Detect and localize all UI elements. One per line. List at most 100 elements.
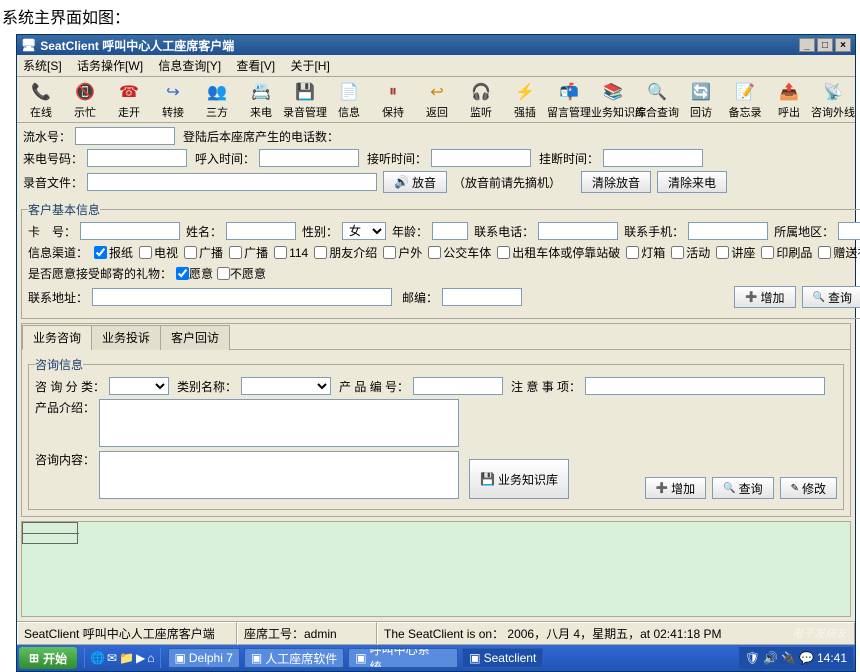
channel-checkbox-10[interactable] [671, 246, 684, 259]
task-button-0[interactable]: ▣Delphi 7 [168, 648, 240, 668]
channel-checkbox-12[interactable] [761, 246, 774, 259]
tel-input[interactable] [538, 222, 618, 240]
channel-label-8: 出租车体或停靠站破 [512, 244, 620, 261]
channel-checkbox-2[interactable] [184, 246, 197, 259]
toolbar-在线[interactable]: 📞在线 [19, 81, 63, 120]
toolbar-录音管理[interactable]: 💾录音管理 [283, 81, 327, 120]
channel-checkbox-7[interactable] [428, 246, 441, 259]
minimize-button[interactable]: _ [799, 38, 815, 52]
ql-icon[interactable]: 🌐 [90, 651, 105, 665]
consult-content-textarea[interactable] [99, 451, 459, 499]
gift-yes-checkbox[interactable] [176, 267, 189, 280]
tab-complaint[interactable]: 业务投诉 [91, 325, 161, 350]
system-tray[interactable]: 🛡 🔊 🔌 💬 14:41 [739, 647, 853, 669]
tray-icon[interactable]: 🔌 [781, 651, 796, 665]
channel-checkbox-0[interactable] [94, 246, 107, 259]
channel-checkbox-6[interactable] [383, 246, 396, 259]
toolbar-来电[interactable]: 📇来电 [239, 81, 283, 120]
gift-no-checkbox[interactable] [217, 267, 230, 280]
channel-checkbox-11[interactable] [716, 246, 729, 259]
toolbar-走开[interactable]: ☎走开 [107, 81, 151, 120]
caller-input[interactable] [87, 149, 187, 167]
name-input[interactable] [226, 222, 296, 240]
tray-icon[interactable]: 🛡 [745, 651, 760, 665]
prodintro-label: 产品介绍： [35, 399, 95, 416]
tab-revisit[interactable]: 客户回访 [160, 325, 230, 350]
notes-input[interactable] [585, 377, 825, 395]
channel-checkbox-4[interactable] [274, 246, 287, 259]
menu-system[interactable]: 系统[S] [23, 57, 62, 74]
zip-input[interactable] [442, 288, 522, 306]
channel-label-10: 活动 [686, 244, 710, 261]
ql-icon[interactable]: ⌂ [147, 651, 154, 665]
toolbar-示忙[interactable]: 📵示忙 [63, 81, 107, 120]
toolbar-返回[interactable]: ↩返回 [415, 81, 459, 120]
customer-query-button[interactable]: 🔍查询 [802, 286, 860, 308]
channel-checkbox-8[interactable] [497, 246, 510, 259]
consult-catname-select[interactable] [241, 377, 331, 395]
add-icon: ➕ [656, 483, 668, 494]
caller-label: 来电号码： [23, 150, 83, 167]
toolbar-咨询外线呼叫[interactable]: 📡咨询外线呼叫 [811, 81, 855, 120]
area-select[interactable] [838, 222, 860, 240]
toolbar-监听[interactable]: 🎧监听 [459, 81, 503, 120]
channel-checkbox-5[interactable] [314, 246, 327, 259]
data-grid[interactable] [21, 521, 851, 617]
addr-input[interactable] [92, 288, 392, 306]
prodno-input[interactable] [413, 377, 503, 395]
tab-consult[interactable]: 业务咨询 [22, 325, 92, 350]
menu-about[interactable]: 关于[H] [290, 57, 329, 74]
mobile-input[interactable] [688, 222, 768, 240]
toolbar-回访[interactable]: 🔄回访 [679, 81, 723, 120]
channel-checkbox-1[interactable] [139, 246, 152, 259]
toolbar-label: 转接 [151, 104, 195, 120]
start-button[interactable]: ⊞ 开始 [19, 647, 77, 669]
prodintro-textarea[interactable] [99, 399, 459, 447]
toolbar-业务知识库[interactable]: 📚业务知识库 [591, 81, 635, 120]
toolbar-保持[interactable]: ⏸保持 [371, 81, 415, 120]
toolbar-三方[interactable]: 👥三方 [195, 81, 239, 120]
sex-select[interactable]: 女 [342, 222, 386, 240]
channel-checkbox-9[interactable] [626, 246, 639, 259]
close-button[interactable]: × [835, 38, 851, 52]
toolbar-留言管理[interactable]: 📬留言管理 [547, 81, 591, 120]
cardno-input[interactable] [80, 222, 180, 240]
play-button[interactable]: 🔊放音 [383, 171, 447, 193]
age-input[interactable] [432, 222, 468, 240]
consult-add-button[interactable]: ➕增加 [645, 477, 706, 499]
menu-call-ops[interactable]: 话务操作[W] [77, 57, 143, 74]
tray-icon[interactable]: 🔊 [763, 651, 778, 665]
maximize-button[interactable]: □ [817, 38, 833, 52]
channel-checkbox-3[interactable] [229, 246, 242, 259]
cardno-label: 卡 号： [28, 223, 76, 240]
task-button-1[interactable]: ▣人工座席软件 [244, 648, 344, 668]
task-button-3[interactable]: ▣Seatclient [462, 648, 543, 668]
task-button-2[interactable]: ▣呼叫中心系统… [348, 648, 458, 668]
kb-button[interactable]: 💾业务知识库 [469, 459, 569, 499]
ql-icon[interactable]: 📁 [119, 651, 134, 665]
menu-view[interactable]: 查看[V] [236, 57, 275, 74]
toolbar-呼出[interactable]: 📤呼出 [767, 81, 811, 120]
consult-cat-select[interactable] [109, 377, 169, 395]
intime-input[interactable] [259, 149, 359, 167]
channel-checkbox-13[interactable] [818, 246, 831, 259]
ql-icon[interactable]: ▶ [136, 651, 145, 665]
anstime-input[interactable] [431, 149, 531, 167]
clear-play-button[interactable]: 清除放音 [581, 171, 651, 193]
toolbar-备忘录[interactable]: 📝备忘录 [723, 81, 767, 120]
toolbar-转接[interactable]: ↪转接 [151, 81, 195, 120]
toolbar-信息[interactable]: 📄信息 [327, 81, 371, 120]
hangtime-input[interactable] [603, 149, 703, 167]
menu-info-query[interactable]: 信息查询[Y] [158, 57, 221, 74]
clear-call-button[interactable]: 清除来电 [657, 171, 727, 193]
customer-add-button[interactable]: ➕增加 [734, 286, 795, 308]
tray-icon[interactable]: 💬 [799, 651, 814, 665]
window-title: SeatClient 呼叫中心人工座席客户端 [40, 37, 797, 54]
consult-query-button[interactable]: 🔍查询 [712, 477, 773, 499]
recfile-input[interactable] [87, 173, 377, 191]
consult-modify-button[interactable]: ✎修改 [780, 477, 837, 499]
toolbar-综合查询[interactable]: 🔍综合查询 [635, 81, 679, 120]
ql-icon[interactable]: ✉ [107, 651, 117, 665]
flowno-input[interactable] [75, 127, 175, 145]
toolbar-强插[interactable]: ⚡强插 [503, 81, 547, 120]
